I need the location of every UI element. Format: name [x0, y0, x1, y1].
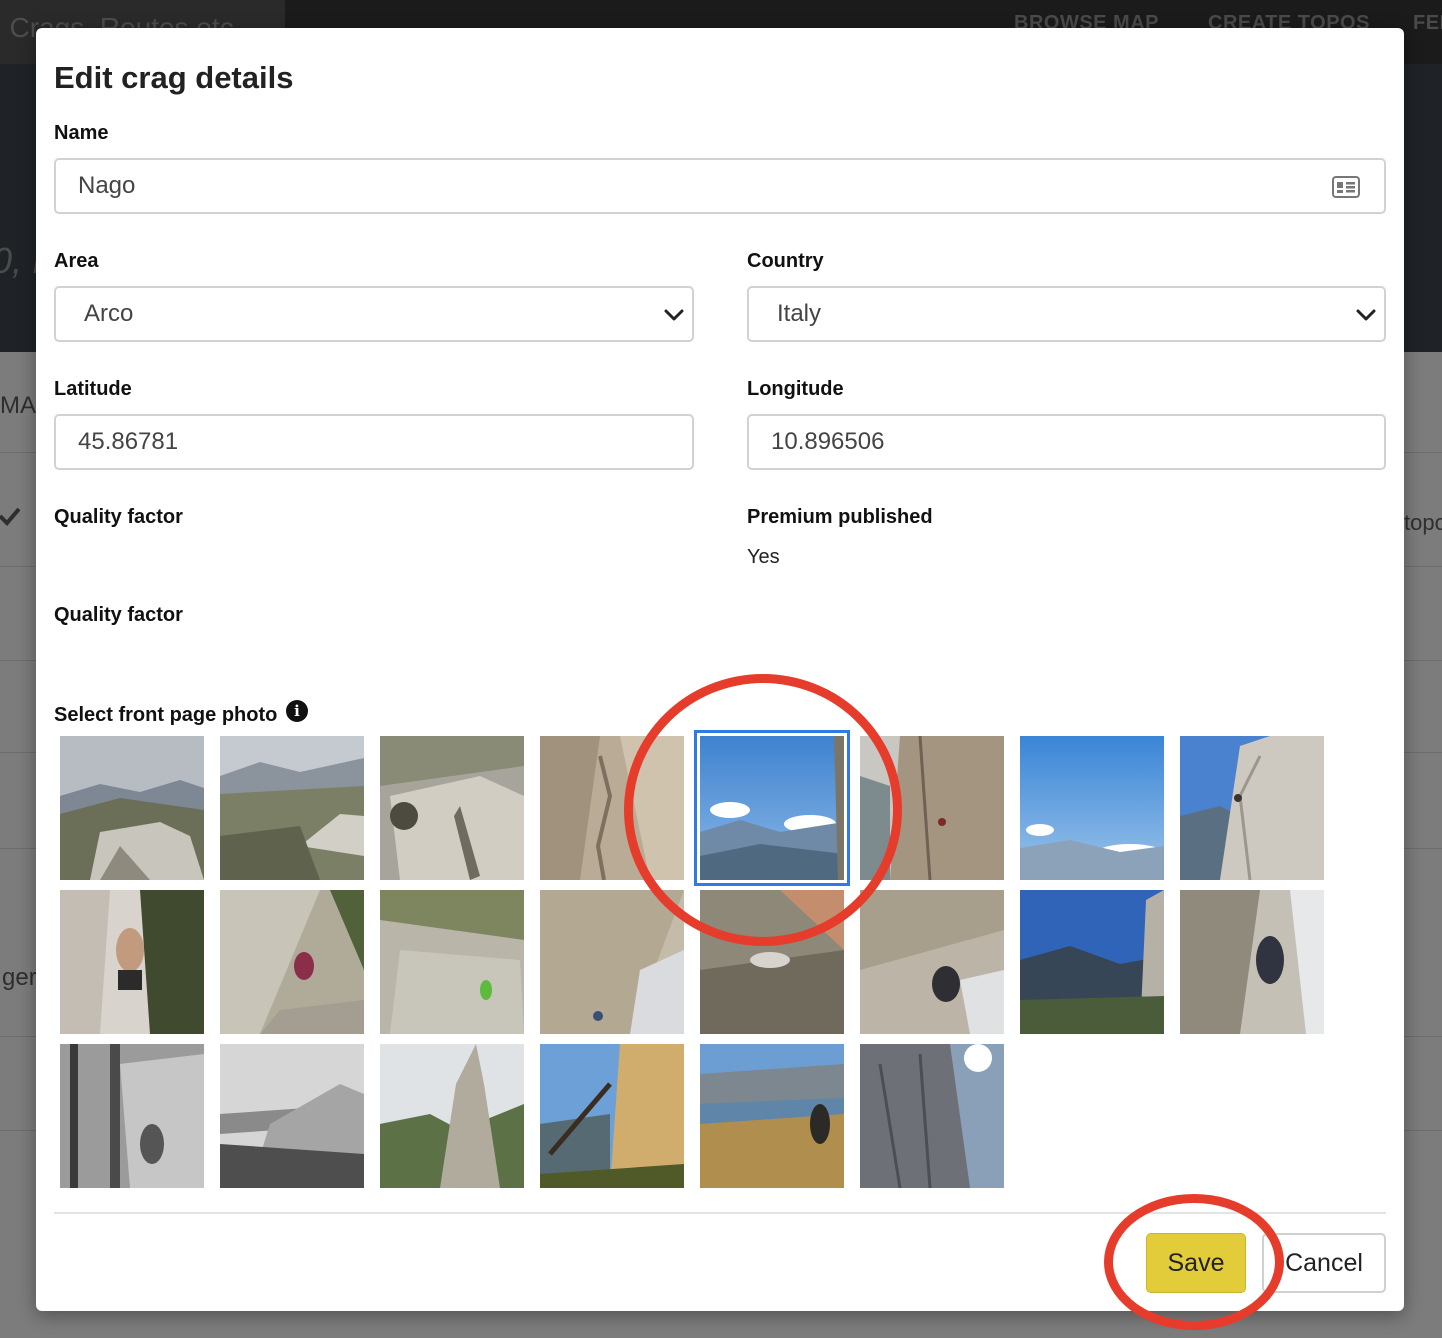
photo-thumbnail[interactable]: [60, 890, 204, 1034]
edit-crag-modal: Edit crag details Name Nago Area Arco Co…: [36, 28, 1404, 1311]
photo-thumbnail[interactable]: [60, 1044, 204, 1188]
photo-thumbnail[interactable]: [220, 890, 364, 1034]
latitude-label: Latitude: [54, 378, 132, 400]
photo-thumbnail[interactable]: [380, 736, 524, 880]
photo-thumbnail[interactable]: [860, 1044, 1004, 1188]
longitude-input[interactable]: 10.896506: [747, 414, 1386, 470]
photo-thumbnail[interactable]: [700, 1044, 844, 1188]
photo-thumbnail[interactable]: [220, 1044, 364, 1188]
background-fragment-ger: ger: [2, 964, 37, 991]
chevron-down-icon: [1356, 309, 1376, 321]
footer-divider: [54, 1212, 1386, 1214]
checkmark-icon: [0, 507, 20, 526]
photo-thumbnail[interactable]: [1180, 736, 1324, 880]
photo-thumbnail[interactable]: [60, 736, 204, 880]
name-input[interactable]: Nago: [54, 158, 1386, 214]
name-label: Name: [54, 122, 109, 144]
premium-published-label: Premium published: [747, 506, 933, 528]
photo-thumbnail[interactable]: [860, 890, 1004, 1034]
background-nav-fei[interactable]: FEI: [1413, 12, 1442, 35]
photo-thumbnail[interactable]: [540, 736, 684, 880]
front-page-photo-label: Select front page photo: [54, 704, 278, 726]
area-label: Area: [54, 250, 99, 272]
photo-thumbnail[interactable]: [540, 890, 684, 1034]
premium-published-value: Yes: [747, 546, 780, 568]
photo-thumbnail[interactable]: [1180, 890, 1324, 1034]
info-icon[interactable]: i: [286, 700, 308, 722]
background-fragment-topo: topo: [1404, 510, 1442, 535]
area-select[interactable]: Arco: [54, 286, 694, 342]
photo-thumbnail-selected[interactable]: [694, 730, 850, 886]
photo-thumbnail[interactable]: [380, 1044, 524, 1188]
longitude-input-value: 10.896506: [771, 428, 885, 455]
modal-title: Edit crag details: [54, 60, 294, 95]
longitude-label: Longitude: [747, 378, 844, 400]
country-label: Country: [747, 250, 824, 272]
save-button[interactable]: Save: [1146, 1233, 1246, 1293]
photo-thumbnail[interactable]: [540, 1044, 684, 1188]
latitude-input[interactable]: 45.86781: [54, 414, 694, 470]
contact-card-icon: [1332, 176, 1360, 198]
quality-factor-label: Quality factor: [54, 506, 183, 528]
photo-thumbnail[interactable]: [860, 736, 1004, 880]
photo-thumbnail[interactable]: [220, 736, 364, 880]
chevron-down-icon: [664, 309, 684, 321]
photo-thumbnail[interactable]: [1020, 736, 1164, 880]
area-select-value: Arco: [84, 300, 134, 327]
country-select[interactable]: Italy: [747, 286, 1386, 342]
cancel-button[interactable]: Cancel: [1262, 1233, 1386, 1293]
country-select-value: Italy: [777, 300, 822, 327]
latitude-input-value: 45.86781: [78, 428, 179, 455]
photo-thumbnail[interactable]: [380, 890, 524, 1034]
background-fragment-ma: MA: [0, 392, 36, 419]
quality-factor-label-2: Quality factor: [54, 604, 183, 626]
photo-thumbnail[interactable]: [1020, 890, 1164, 1034]
photo-thumbnail[interactable]: [700, 890, 844, 1034]
name-input-value: Nago: [78, 172, 136, 199]
